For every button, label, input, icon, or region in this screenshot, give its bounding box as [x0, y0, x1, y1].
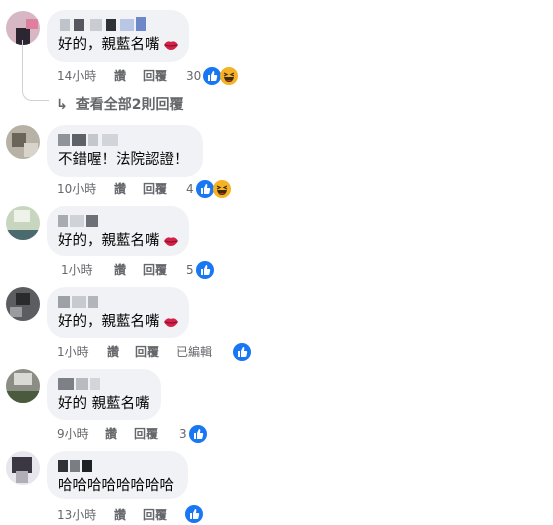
- timestamp[interactable]: 14小時: [57, 68, 96, 84]
- author-name-redacted[interactable]: [58, 132, 191, 147]
- reply-button[interactable]: 回覆: [143, 507, 167, 523]
- avatar[interactable]: [6, 206, 40, 240]
- author-name-redacted[interactable]: [58, 294, 177, 309]
- avatar[interactable]: [6, 125, 40, 159]
- author-name-redacted[interactable]: [58, 17, 177, 32]
- view-replies-link[interactable]: ↳ 查看全部2則回覆: [56, 96, 183, 114]
- comment-text: 好的，親藍名嘴: [58, 232, 178, 251]
- comment-bubble: 好的 親藍名嘴: [47, 369, 161, 420]
- reaction-summary[interactable]: 4: [186, 180, 246, 198]
- lips-icon: [163, 41, 178, 50]
- author-name-redacted[interactable]: [58, 213, 177, 228]
- comment-text: 好的，親藍名嘴: [58, 36, 178, 55]
- like-icon: [196, 180, 214, 198]
- reaction-count: 3: [179, 427, 187, 441]
- lips-icon: [163, 237, 178, 246]
- comment-bubble: 好的，親藍名嘴: [47, 10, 189, 62]
- reaction-count: 30: [186, 69, 202, 83]
- avatar[interactable]: [6, 369, 40, 403]
- comment-bubble: 哈哈哈哈哈哈哈哈: [47, 451, 188, 499]
- reply-button[interactable]: 回覆: [134, 426, 158, 442]
- lips-icon: [163, 318, 178, 327]
- comment-text: 好的 親藍名嘴: [58, 396, 150, 412]
- edited-label: 已編輯: [176, 345, 213, 359]
- reply-button[interactable]: 回覆: [135, 344, 159, 360]
- reply-arrow-icon: ↳: [56, 97, 68, 113]
- like-icon: [189, 425, 207, 443]
- view-replies-label: 查看全部2則回覆: [75, 97, 184, 113]
- comment-text: 哈哈哈哈哈哈哈哈: [58, 478, 174, 494]
- haha-icon: [220, 67, 238, 85]
- timestamp[interactable]: 13小時: [57, 507, 96, 523]
- comment-text: 好的，親藍名嘴: [58, 313, 178, 332]
- comment-bubble: 好的，親藍名嘴: [47, 206, 189, 256]
- like-button[interactable]: 讚: [114, 181, 126, 197]
- reaction-summary[interactable]: 5: [186, 261, 226, 279]
- timestamp[interactable]: 10小時: [57, 181, 96, 197]
- avatar[interactable]: [6, 451, 40, 485]
- avatar[interactable]: [6, 287, 40, 321]
- author-name-redacted[interactable]: [58, 458, 176, 473]
- comment-bubble: 好的，親藍名嘴: [47, 287, 189, 338]
- reaction-summary[interactable]: 30: [186, 67, 246, 85]
- timestamp[interactable]: 1小時: [61, 262, 93, 278]
- like-icon: [233, 343, 251, 361]
- comment-meta: 1小時 讚 回覆 已編輯: [57, 344, 257, 360]
- reaction-count: 4: [186, 182, 194, 196]
- reaction-summary[interactable]: 3: [179, 425, 209, 443]
- reply-button[interactable]: 回覆: [143, 181, 167, 197]
- like-button[interactable]: 讚: [114, 68, 126, 84]
- reaction-summary[interactable]: [231, 343, 251, 361]
- like-icon: [196, 261, 214, 279]
- like-button[interactable]: 讚: [114, 507, 126, 523]
- like-icon: [185, 505, 203, 523]
- author-name-redacted[interactable]: [58, 376, 149, 391]
- comment-text: 不錯喔！法院認證！: [58, 152, 189, 168]
- thread-line: [22, 40, 49, 101]
- reply-button[interactable]: 回覆: [143, 262, 167, 278]
- haha-icon: [213, 180, 231, 198]
- timestamp[interactable]: 1小時: [57, 344, 89, 360]
- like-button[interactable]: 讚: [114, 262, 126, 278]
- like-button[interactable]: 讚: [105, 426, 117, 442]
- like-button[interactable]: 讚: [107, 344, 119, 360]
- comment-bubble: 不錯喔！法院認證！: [47, 125, 203, 177]
- reaction-count: 5: [186, 263, 194, 277]
- reply-button[interactable]: 回覆: [143, 68, 167, 84]
- timestamp[interactable]: 9小時: [57, 426, 89, 442]
- like-icon: [203, 67, 221, 85]
- reaction-summary[interactable]: [185, 505, 205, 523]
